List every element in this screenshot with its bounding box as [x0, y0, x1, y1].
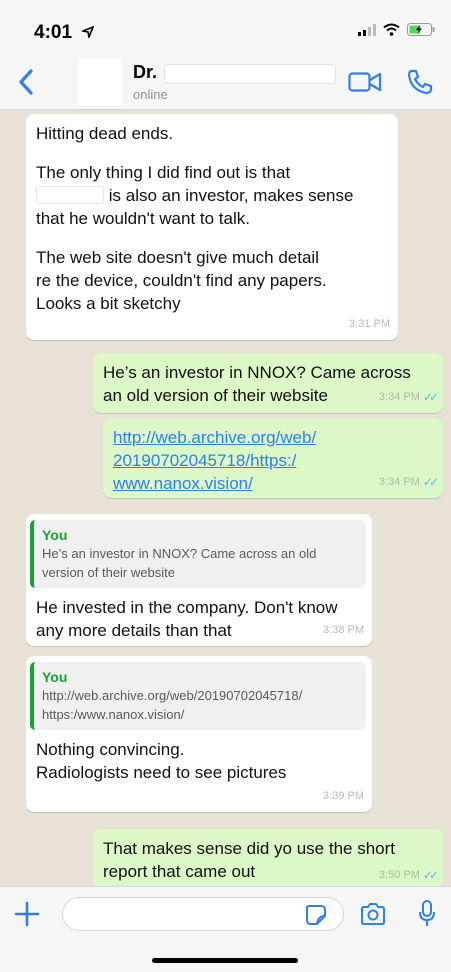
message-link[interactable]: http://web.archive.org/web/ — [113, 426, 435, 449]
camera-icon[interactable] — [360, 902, 386, 926]
video-camera-icon[interactable] — [348, 70, 382, 94]
time-label: 3:50 PM — [378, 869, 420, 881]
quote-author: You — [42, 669, 68, 685]
message-time: 3:34 PM ✓✓ — [378, 471, 439, 494]
plus-icon[interactable] — [14, 901, 40, 927]
quote-author: You — [42, 527, 68, 543]
time-label: 3:38 PM — [323, 624, 364, 636]
message-time: 3:39 PM — [323, 785, 364, 808]
message-text: any more details than that — [36, 621, 232, 640]
quote-text: http://web.archive.org/web/2019070204571… — [42, 688, 303, 703]
redacted-name — [36, 186, 104, 204]
message-time: 3:34 PM ✓✓ — [378, 386, 439, 409]
incoming-message[interactable]: You http://web.archive.org/web/201907020… — [26, 656, 372, 812]
location-arrow-icon — [82, 26, 94, 38]
incoming-message[interactable]: You He’s an investor in NNOX? Came acros… — [26, 514, 372, 646]
signal-icon — [358, 23, 376, 36]
message-text: That makes sense did yo use the short — [103, 839, 395, 858]
home-indicator[interactable] — [152, 958, 298, 963]
time-label: 3:39 PM — [323, 790, 364, 802]
message-text: that he wouldn't want to talk. — [36, 209, 250, 228]
message-text: Nothing convincing. — [36, 740, 185, 759]
chevron-left-icon[interactable] — [18, 68, 34, 96]
message-time: 3:38 PM — [323, 619, 364, 642]
quote-text: https:/www.nanox.vision/ — [42, 707, 185, 722]
message-text: The only thing I did find out is that — [36, 163, 291, 182]
status-time: 4:01 — [34, 22, 73, 43]
read-receipt-icon: ✓✓ — [422, 390, 439, 404]
read-receipt-icon: ✓✓ — [422, 868, 439, 882]
message-time: 3:31 PM — [349, 313, 390, 336]
quoted-reply[interactable]: You http://web.archive.org/web/201907020… — [30, 662, 366, 730]
outgoing-message[interactable]: He’s an investor in NNOX? Came across an… — [93, 353, 443, 413]
message-text: He invested in the company. Don't know — [36, 598, 338, 617]
avatar[interactable] — [78, 58, 122, 106]
message-text: Looks a bit sketchy — [36, 294, 181, 313]
contact-name[interactable]: Dr. — [133, 62, 157, 83]
battery-icon — [407, 23, 435, 36]
incoming-message[interactable]: Hitting dead ends. The only thing I did … — [26, 114, 398, 340]
message-text: The web site doesn't give much detail — [36, 248, 319, 267]
message-text: Radiologists need to see pictures — [36, 763, 287, 782]
read-receipt-icon: ✓✓ — [422, 475, 439, 489]
quote-text: version of their website — [42, 565, 175, 580]
message-list[interactable]: Hitting dead ends. The only thing I did … — [0, 110, 451, 886]
phone-icon[interactable] — [406, 68, 434, 96]
wifi-icon — [383, 23, 400, 36]
message-text: Hitting dead ends. — [36, 124, 174, 143]
message-text: re the device, couldn't find any papers. — [36, 271, 327, 290]
quote-text: He’s an investor in NNOX? Came across an… — [42, 546, 317, 561]
microphone-icon[interactable] — [418, 899, 436, 929]
message-link[interactable]: 20190702045718/https:/ — [113, 449, 435, 472]
status-indicators — [358, 23, 435, 36]
status-bar: 4:01 — [0, 0, 451, 58]
time-label: 3:34 PM — [378, 476, 420, 488]
message-text: is also an investor, makes sense — [108, 186, 354, 205]
time-label: 3:31 PM — [349, 318, 390, 330]
outgoing-message[interactable]: http://web.archive.org/web/ 201907020457… — [103, 418, 443, 498]
chat-header: Dr. online — [0, 58, 451, 110]
outgoing-message[interactable]: That makes sense did yo use the short re… — [93, 829, 443, 886]
message-text: He’s an investor in NNOX? Came across — [103, 363, 411, 382]
message-time: 3:50 PM ✓✓ — [378, 864, 439, 886]
contact-status: online — [133, 87, 168, 102]
sticker-icon[interactable] — [305, 904, 327, 926]
message-input[interactable] — [62, 897, 344, 931]
quoted-reply[interactable]: You He’s an investor in NNOX? Came acros… — [30, 520, 366, 588]
redacted-name — [164, 64, 336, 84]
time-label: 3:34 PM — [378, 391, 420, 403]
